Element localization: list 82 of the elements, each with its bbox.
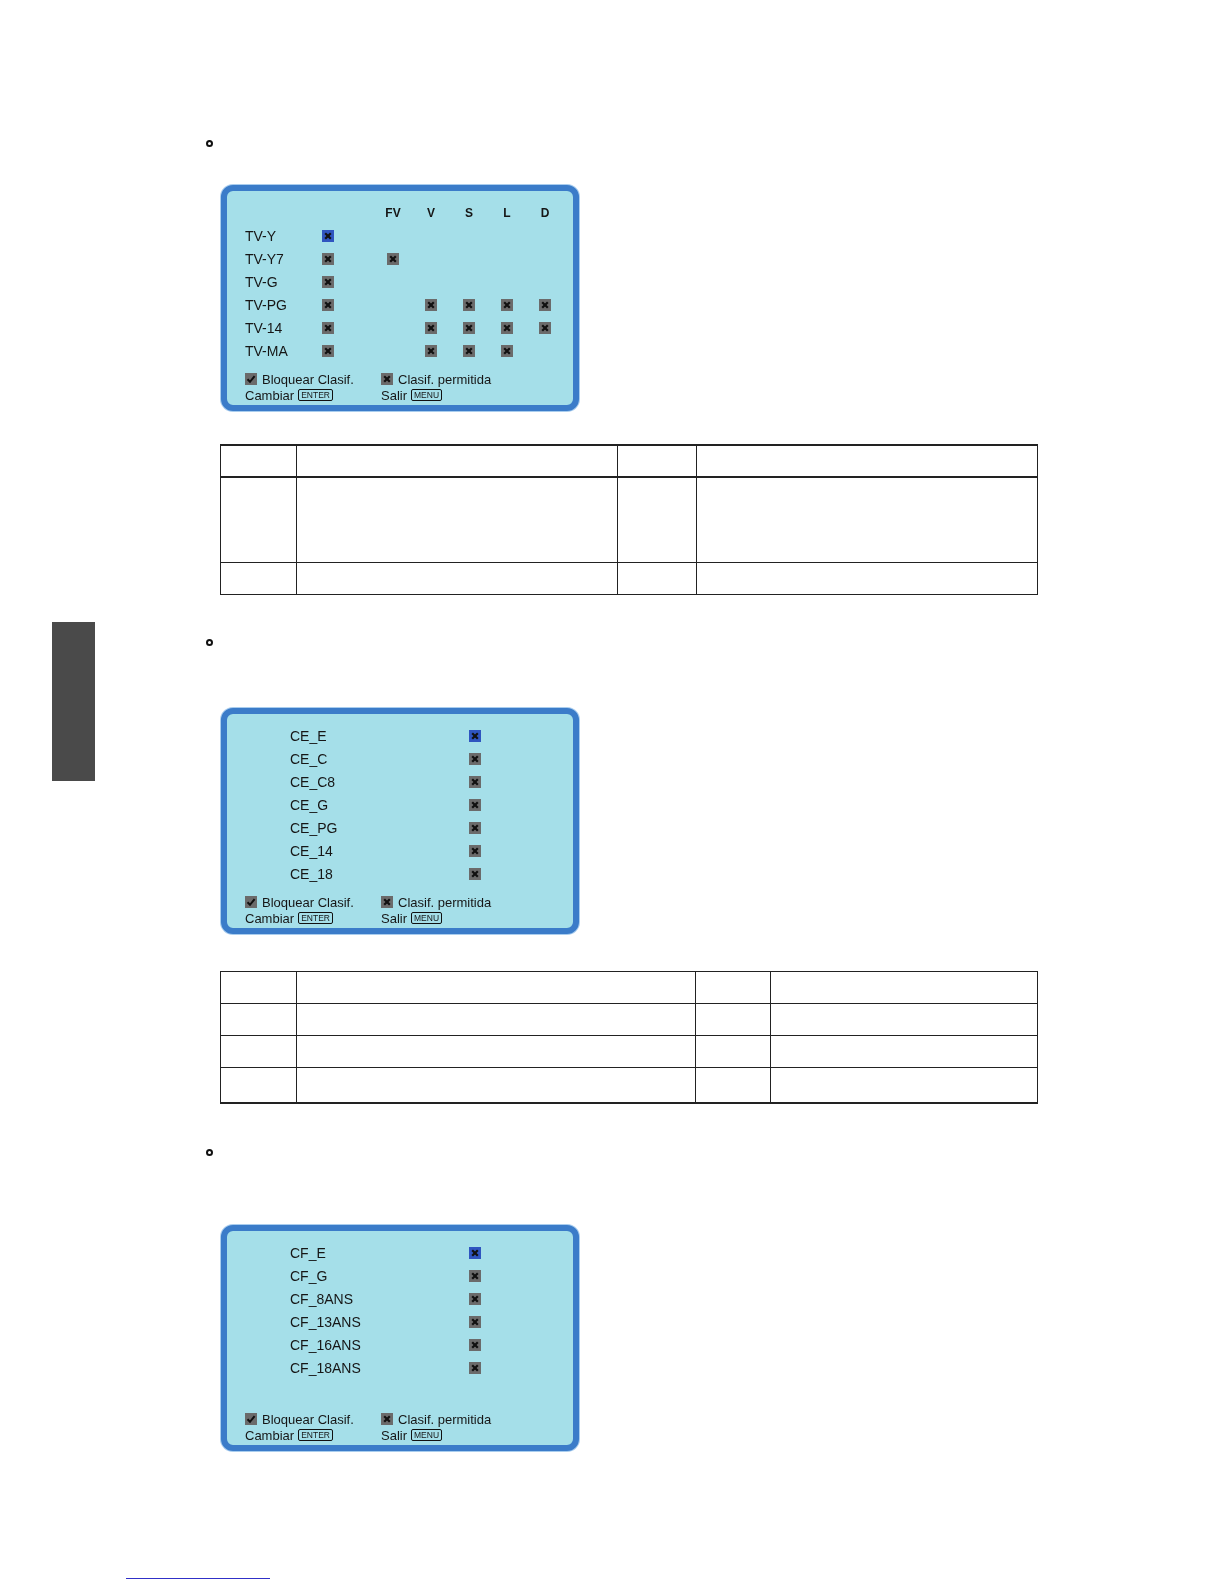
x-mark-icon[interactable] — [322, 229, 334, 242]
x-mark-icon[interactable] — [469, 752, 481, 765]
x-mark-icon[interactable] — [469, 844, 481, 857]
rating-label: CF_18ANS — [290, 1359, 361, 1376]
column-header: D — [540, 205, 550, 220]
checkmark-icon — [245, 1413, 257, 1425]
x-mark-icon[interactable] — [539, 298, 551, 311]
x-mark-icon[interactable] — [322, 275, 334, 288]
x-mark-icon[interactable] — [463, 298, 475, 311]
checkmark-icon — [245, 373, 257, 385]
x-mark-icon[interactable] — [425, 298, 437, 311]
hint-label: Cambiar — [245, 910, 295, 926]
keycap: ENTER — [298, 912, 333, 924]
bullet-icon — [206, 639, 213, 646]
column-header: V — [427, 205, 435, 220]
x-mark-icon[interactable] — [469, 1292, 481, 1305]
legend-label: Bloquear Clasif. — [262, 1411, 354, 1427]
x-mark-icon[interactable] — [501, 344, 513, 357]
x-mark-icon[interactable] — [463, 321, 475, 334]
rating-label: CE_C — [290, 750, 328, 767]
column-header: FV — [385, 205, 401, 220]
keycap: MENU — [411, 1429, 443, 1441]
x-mark-icon[interactable] — [322, 252, 334, 265]
x-mark-icon[interactable] — [469, 821, 481, 834]
x-mark-icon[interactable] — [469, 1269, 481, 1282]
rating-label: CF_16ANS — [290, 1336, 361, 1353]
rating-label: CE_C8 — [290, 773, 336, 790]
keycap: ENTER — [298, 389, 333, 401]
bullet-icon — [206, 1149, 213, 1156]
x-mark-icon[interactable] — [469, 1338, 481, 1351]
column-header: L — [503, 205, 511, 220]
hint-label: Cambiar — [245, 387, 295, 403]
x-mark-icon[interactable] — [322, 298, 334, 311]
rating-label: TV-PG — [245, 296, 287, 313]
x-mark-icon — [381, 373, 393, 385]
x-mark-icon[interactable] — [469, 775, 481, 788]
rating-label: CE_18 — [290, 865, 333, 882]
hint-label: Salir — [381, 1427, 407, 1443]
rating-label: TV-Y — [245, 227, 277, 244]
rating-label: CF_G — [290, 1267, 328, 1284]
x-mark-icon[interactable] — [469, 798, 481, 811]
x-mark-icon[interactable] — [469, 1246, 481, 1259]
rating-label: CE_E — [290, 727, 327, 744]
hint-label: Salir — [381, 910, 407, 926]
rating-label: CF_8ANS — [290, 1290, 354, 1307]
x-mark-icon[interactable] — [387, 252, 399, 265]
x-mark-icon[interactable] — [501, 321, 513, 334]
x-mark-icon[interactable] — [469, 867, 481, 880]
x-mark-icon[interactable] — [425, 344, 437, 357]
column-header: S — [465, 205, 473, 220]
legend-label: Clasif. permitida — [398, 1411, 492, 1427]
rating-label: CE_14 — [290, 842, 333, 859]
hint-label: Cambiar — [245, 1427, 295, 1443]
bullet-icon — [206, 140, 213, 147]
rating-label: TV-G — [245, 273, 278, 290]
x-mark-icon[interactable] — [469, 1315, 481, 1328]
rating-label: CE_PG — [290, 819, 338, 836]
rating-label: CF_13ANS — [290, 1313, 361, 1330]
legend-label: Clasif. permitida — [398, 894, 492, 910]
keycap: MENU — [411, 389, 443, 401]
rating-label: TV-MA — [245, 342, 288, 359]
legend-label: Bloquear Clasif. — [262, 371, 354, 387]
x-mark-icon[interactable] — [469, 1361, 481, 1374]
x-mark-icon[interactable] — [425, 321, 437, 334]
x-mark-icon[interactable] — [463, 344, 475, 357]
rating-label: TV-Y7 — [245, 250, 284, 267]
rating-label: TV-14 — [245, 319, 283, 336]
checkmark-icon — [245, 896, 257, 908]
x-mark-icon[interactable] — [322, 321, 334, 334]
x-mark-icon[interactable] — [469, 729, 481, 742]
x-mark-icon — [381, 896, 393, 908]
x-mark-icon — [381, 1413, 393, 1425]
keycap: ENTER — [298, 1429, 333, 1441]
rating-label: CF_E — [290, 1244, 326, 1261]
x-mark-icon[interactable] — [322, 344, 334, 357]
hint-label: Salir — [381, 387, 407, 403]
legend-label: Bloquear Clasif. — [262, 894, 354, 910]
keycap: MENU — [411, 912, 443, 924]
x-mark-icon[interactable] — [501, 298, 513, 311]
x-mark-icon[interactable] — [539, 321, 551, 334]
rating-label: CE_G — [290, 796, 329, 813]
legend-label: Clasif. permitida — [398, 371, 492, 387]
